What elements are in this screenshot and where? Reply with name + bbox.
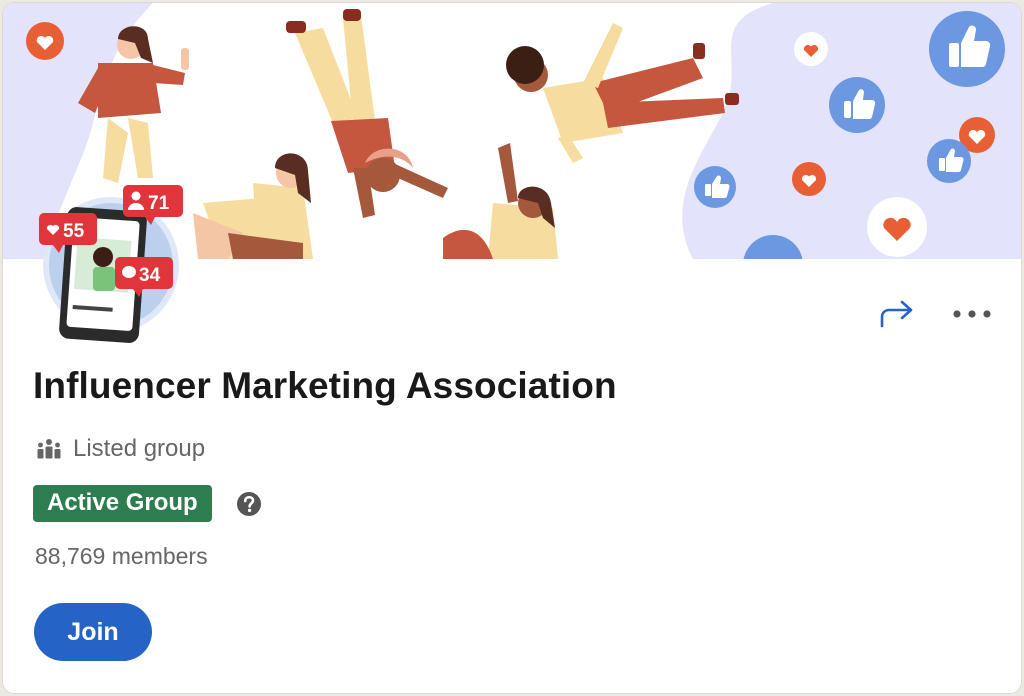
- share-button[interactable]: [873, 295, 919, 333]
- help-button[interactable]: [236, 491, 262, 517]
- likes-count: 55: [63, 221, 85, 242]
- thumbs-up-icon: [829, 77, 885, 133]
- followers-count: 71: [148, 193, 170, 214]
- thumbs-up-icon: [927, 139, 971, 183]
- comments-count: 34: [139, 265, 161, 286]
- heart-icon: [794, 32, 828, 66]
- heart-icon: [26, 22, 64, 60]
- join-button[interactable]: Join: [34, 603, 152, 661]
- group-privacy: Listed group: [37, 435, 205, 463]
- group-title: Influencer Marketing Association: [33, 365, 617, 406]
- status-badge: Active Group: [33, 485, 212, 522]
- thumbs-up-icon: [929, 11, 1005, 87]
- more-horizontal-icon: [953, 310, 991, 318]
- group-card: 55 71 34 Influencer Marketing Associatio…: [2, 2, 1022, 694]
- people-icon: [37, 439, 61, 459]
- question-circle-icon: [236, 491, 261, 516]
- group-logo: 55 71 34: [33, 179, 191, 345]
- more-options-button[interactable]: [945, 295, 999, 333]
- heart-icon: [792, 162, 826, 196]
- privacy-label: Listed group: [73, 435, 206, 462]
- user-icon: [131, 191, 141, 201]
- member-count: 88,769 members: [35, 543, 208, 569]
- comment-icon: [122, 266, 136, 278]
- status-row: Active Group: [33, 485, 262, 522]
- thumbs-up-icon: [694, 166, 736, 208]
- share-arrow-icon: [880, 300, 913, 328]
- heart-icon: [867, 197, 927, 257]
